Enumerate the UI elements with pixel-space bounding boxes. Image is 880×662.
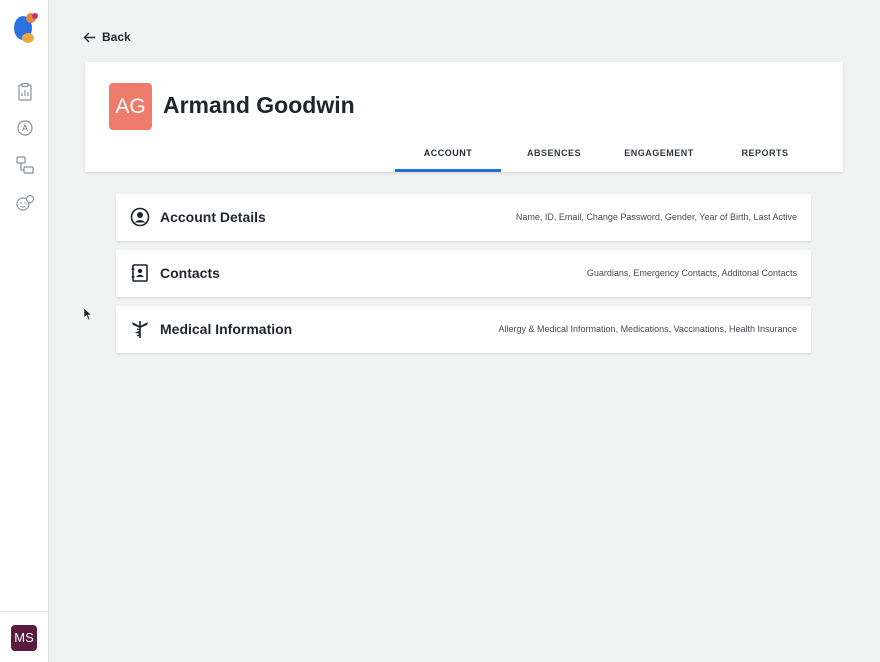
mouse-cursor-icon [83,307,93,321]
account-circle-icon [130,207,150,227]
profile-name: Armand Goodwin [163,92,355,118]
user-avatar[interactable]: MS [11,625,37,651]
sidebar: MS [0,0,49,662]
section-contacts[interactable]: Contacts Guardians, Emergency Contacts, … [116,250,811,297]
badge-a-icon[interactable] [15,118,35,138]
medical-caduceus-icon [132,321,148,338]
profile-avatar: AG [109,83,152,130]
section-description: Guardians, Emergency Contacts, Additonal… [586,268,797,278]
section-title: Account Details [160,209,266,225]
section-description: Name, ID, Email, Change Password, Gender… [515,212,797,222]
sidebar-divider [0,611,48,612]
tab-account[interactable]: ACCOUNT [395,142,501,172]
section-description: Allergy & Medical Information, Medicatio… [498,324,797,334]
section-title: Contacts [160,265,220,281]
back-label: Back [102,30,131,44]
section-medical-information[interactable]: Medical Information Allergy & Medical In… [116,306,811,353]
back-button[interactable]: Back [83,28,131,46]
profile-card: AG Armand Goodwin ACCOUNT ABSENCES ENGAG… [85,62,843,172]
tab-reports[interactable]: REPORTS [711,142,819,172]
clipboard-icon[interactable] [15,82,35,102]
tab-engagement[interactable]: ENGAGEMENT [607,142,711,172]
flow-icon[interactable] [15,155,35,175]
emoji-icon[interactable] [15,193,35,213]
contact-book-icon [131,264,148,282]
section-account-details[interactable]: Account Details Name, ID, Email, Change … [116,194,811,241]
arrow-left-icon [83,32,95,42]
section-title: Medical Information [160,321,293,337]
tab-absences[interactable]: ABSENCES [501,142,607,172]
bird-logo-icon[interactable] [11,11,41,45]
